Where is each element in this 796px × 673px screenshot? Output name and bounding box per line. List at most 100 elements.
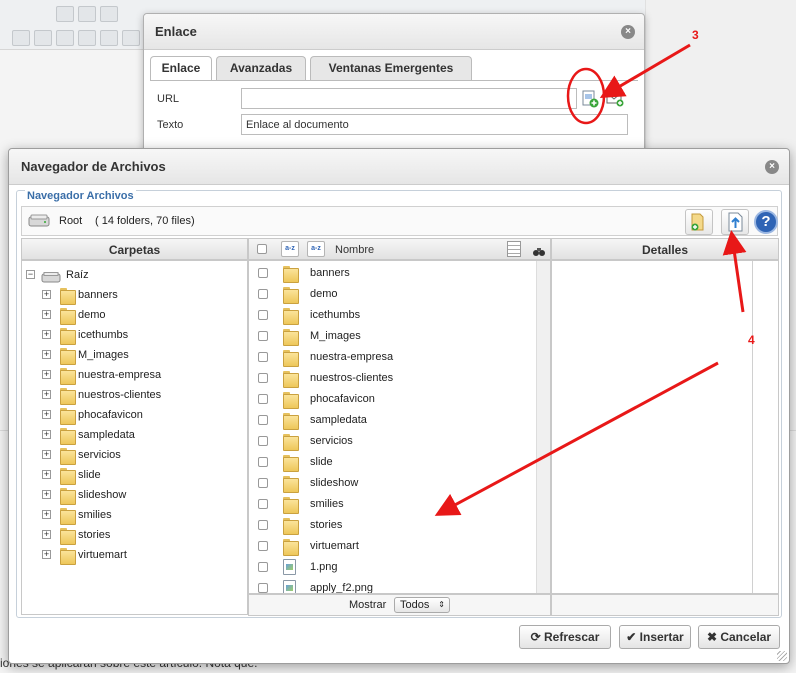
expand-icon[interactable]: + <box>42 450 51 459</box>
folder-icon <box>283 539 299 556</box>
sort-az-icon[interactable]: a-z <box>281 241 299 257</box>
file-browser-titlebar[interactable]: Navegador de Archivos × <box>9 149 789 185</box>
file-checkbox[interactable] <box>258 268 268 278</box>
expand-icon[interactable]: + <box>42 490 51 499</box>
file-checkbox[interactable] <box>258 583 268 593</box>
refresh-label: Refrescar <box>544 630 600 644</box>
sort-za-icon[interactable]: a-z <box>307 241 325 257</box>
file-list-item[interactable]: sampledata <box>249 410 537 430</box>
toolbar-icon[interactable] <box>78 6 96 22</box>
file-checkbox[interactable] <box>258 457 268 467</box>
file-list-item[interactable]: stories <box>249 515 537 535</box>
folder-icon <box>60 528 76 545</box>
browse-files-icon[interactable] <box>581 90 599 108</box>
file-checkbox[interactable] <box>258 415 268 425</box>
file-list-item[interactable]: icethumbs <box>249 305 537 325</box>
toolbar-icon[interactable] <box>56 6 74 22</box>
link-dialog-titlebar[interactable]: Enlace × <box>144 14 644 50</box>
expand-icon[interactable]: + <box>42 530 51 539</box>
refresh-button[interactable]: ⟳ Refrescar <box>519 625 611 649</box>
tree-folder-label: nuestros-clientes <box>78 389 162 401</box>
file-list-item[interactable]: smilies <box>249 494 537 514</box>
collapse-icon[interactable]: − <box>26 270 35 279</box>
file-name: nuestra-empresa <box>310 351 394 363</box>
file-name: apply_f2.png <box>310 582 373 594</box>
toolbar-icon[interactable] <box>100 6 118 22</box>
file-list-item[interactable]: phocafavicon <box>249 389 537 409</box>
cancel-button[interactable]: ✖ Cancelar <box>698 625 780 649</box>
tree-folder-label: sampledata <box>78 429 135 441</box>
toolbar-icon[interactable] <box>56 30 74 46</box>
file-name: stories <box>310 519 343 531</box>
expand-icon[interactable]: + <box>42 550 51 559</box>
expand-icon[interactable]: + <box>42 510 51 519</box>
view-toggle-icon[interactable] <box>507 241 521 257</box>
file-list-item[interactable]: virtuemart <box>249 536 537 556</box>
file-list-item[interactable]: nuestros-clientes <box>249 368 537 388</box>
upload-button[interactable] <box>721 209 749 235</box>
expand-icon[interactable]: + <box>42 410 51 419</box>
toolbar-icon[interactable] <box>12 30 30 46</box>
toolbar-icon[interactable] <box>78 30 96 46</box>
file-checkbox[interactable] <box>258 331 268 341</box>
expand-icon[interactable]: + <box>42 290 51 299</box>
details-panel <box>551 260 779 594</box>
expand-icon[interactable]: + <box>42 310 51 319</box>
tab-ventanas-emergentes[interactable]: Ventanas Emergentes <box>310 56 472 80</box>
toolbar-icon[interactable] <box>100 30 118 46</box>
expand-icon[interactable]: + <box>42 350 51 359</box>
file-checkbox[interactable] <box>258 436 268 446</box>
file-list-item[interactable]: servicios <box>249 431 537 451</box>
file-checkbox[interactable] <box>258 520 268 530</box>
resize-handle[interactable] <box>777 651 787 661</box>
tree-folder-label: slideshow <box>78 489 127 501</box>
show-select[interactable]: Todos ⇕ <box>394 597 450 613</box>
select-all-checkbox[interactable] <box>257 244 267 254</box>
file-list-item[interactable]: banners <box>249 263 537 283</box>
file-list-item[interactable]: apply_f2.png <box>249 578 537 594</box>
file-name: servicios <box>310 435 353 447</box>
insert-button[interactable]: ✔ Insertar <box>619 625 691 649</box>
url-input[interactable] <box>241 88 577 109</box>
file-list-item[interactable]: demo <box>249 284 537 304</box>
file-checkbox[interactable] <box>258 478 268 488</box>
expand-icon[interactable]: + <box>42 470 51 479</box>
file-list-scrollbar[interactable] <box>536 261 550 593</box>
folder-icon <box>283 266 299 283</box>
search-icon[interactable] <box>532 243 546 256</box>
file-checkbox[interactable] <box>258 289 268 299</box>
new-folder-button[interactable] <box>685 209 713 235</box>
folder-icon <box>283 371 299 388</box>
details-footer <box>551 594 779 616</box>
toolbar-icon[interactable] <box>122 30 140 46</box>
file-name: M_images <box>310 330 361 342</box>
expand-icon[interactable]: + <box>42 370 51 379</box>
file-list-item[interactable]: slideshow <box>249 473 537 493</box>
file-list-item[interactable]: nuestra-empresa <box>249 347 537 367</box>
file-checkbox[interactable] <box>258 562 268 572</box>
name-column-label[interactable]: Nombre <box>335 239 374 261</box>
close-icon[interactable]: × <box>621 25 635 39</box>
close-icon[interactable]: × <box>765 160 779 174</box>
expand-icon[interactable]: + <box>42 430 51 439</box>
toolbar-icon[interactable] <box>34 30 52 46</box>
file-checkbox[interactable] <box>258 499 268 509</box>
expand-icon[interactable]: + <box>42 330 51 339</box>
root-label[interactable]: Root <box>59 215 82 227</box>
link-text-input[interactable] <box>241 114 628 135</box>
email-link-icon[interactable] <box>606 91 624 107</box>
file-checkbox[interactable] <box>258 373 268 383</box>
file-checkbox[interactable] <box>258 310 268 320</box>
file-list-item[interactable]: 1.png <box>249 557 537 577</box>
tab-enlace[interactable]: Enlace <box>150 56 212 81</box>
folder-icon <box>283 497 299 514</box>
file-list-item[interactable]: M_images <box>249 326 537 346</box>
file-checkbox[interactable] <box>258 352 268 362</box>
tree-folder-label: phocafavicon <box>78 409 143 421</box>
tab-avanzadas[interactable]: Avanzadas <box>216 56 306 80</box>
file-checkbox[interactable] <box>258 394 268 404</box>
help-icon[interactable]: ? <box>754 210 778 234</box>
file-list-item[interactable]: slide <box>249 452 537 472</box>
file-checkbox[interactable] <box>258 541 268 551</box>
expand-icon[interactable]: + <box>42 390 51 399</box>
